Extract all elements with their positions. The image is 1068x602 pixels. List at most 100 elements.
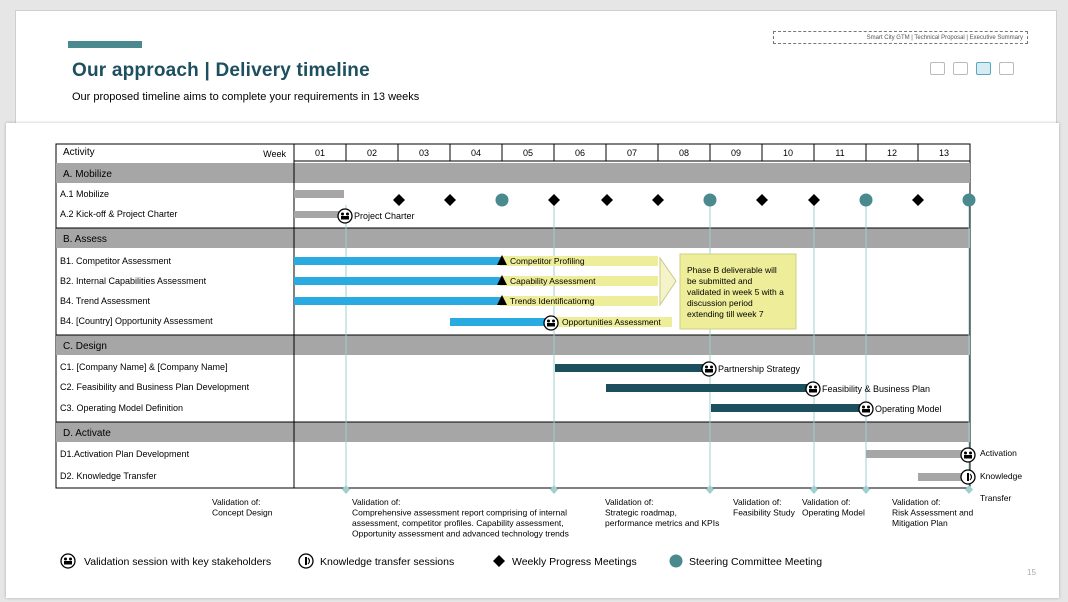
label-capability-assessment: Capability Assessment bbox=[510, 276, 596, 286]
icon-person-head bbox=[547, 319, 550, 323]
legend-validation-label: Validation session with key stakeholders bbox=[84, 556, 271, 568]
row-label: B2. Internal Capabilities Assessment bbox=[60, 276, 207, 286]
steering-meeting-circle bbox=[962, 193, 976, 207]
row-label: D1.Activation Plan Development bbox=[60, 449, 190, 459]
legend-steering-circle bbox=[669, 554, 683, 568]
activity-header: Activity bbox=[63, 147, 95, 158]
validation-note-line: Feasibility Study bbox=[733, 508, 796, 518]
week-label-06: 06 bbox=[575, 148, 585, 158]
label-feasibility-business-plan: Feasibility & Business Plan bbox=[822, 384, 930, 394]
validation-note-line: Comprehensive assessment report comprisi… bbox=[352, 508, 567, 518]
callout-arrow bbox=[659, 256, 677, 307]
section-label: A. Mobilize bbox=[63, 169, 112, 180]
bar-mobilize bbox=[294, 190, 344, 198]
weekly-meeting-diamond bbox=[756, 194, 768, 206]
label-project-charter: Project Charter bbox=[354, 211, 415, 221]
label-trends-identification: Trends Identification bbox=[510, 296, 586, 306]
legend-weekly-diamond bbox=[493, 555, 505, 567]
section-band bbox=[56, 422, 970, 442]
validation-note-line: Concept Design bbox=[212, 508, 273, 518]
row-label: B1. Competitor Assessment bbox=[60, 256, 172, 266]
legend-weekly-label: Weekly Progress Meetings bbox=[512, 556, 637, 568]
weekly-meeting-diamond bbox=[808, 194, 820, 206]
section-label: D. Activate bbox=[63, 428, 111, 439]
label-transfer: Transfer bbox=[980, 493, 1012, 503]
icon-people-body bbox=[705, 369, 713, 373]
week-label-11: 11 bbox=[835, 148, 844, 158]
label-operating-model: Operating Model bbox=[875, 404, 942, 414]
week-label-02: 02 bbox=[367, 148, 377, 158]
row-label: C3. Operating Model Definition bbox=[60, 403, 183, 413]
callout-line: discussion period bbox=[687, 298, 753, 308]
bar-opportunities bbox=[450, 318, 552, 326]
icon-person-head bbox=[710, 365, 713, 369]
bar-partnership-strategy bbox=[555, 364, 707, 372]
row-label: D2. Knowledge Transfer bbox=[60, 471, 157, 481]
icon-person-head bbox=[969, 451, 972, 455]
bar-trends-identification bbox=[294, 297, 502, 305]
icon-person-head bbox=[809, 385, 812, 389]
callout-line: Phase B deliverable will bbox=[687, 265, 777, 275]
validation-marker bbox=[342, 485, 350, 494]
validation-note-line: Opportunity assessment and advanced tech… bbox=[352, 529, 569, 539]
bar-capability-assessment bbox=[294, 277, 502, 285]
icon-person-head bbox=[64, 557, 67, 561]
week-label-05: 05 bbox=[523, 148, 533, 158]
validation-note-line: Risk Assessment and bbox=[892, 508, 974, 518]
validation-note-line: Validation of: bbox=[802, 497, 851, 507]
weekly-meeting-diamond bbox=[912, 194, 924, 206]
row-label: A.2 Kick-off & Project Charter bbox=[60, 209, 177, 219]
callout-line: validated in week 5 with a bbox=[687, 287, 784, 297]
validation-note-line: assessment, competitor profiles. Capabil… bbox=[352, 518, 564, 528]
validation-note-line: Validation of: bbox=[352, 497, 401, 507]
bar-kickoff bbox=[294, 211, 340, 218]
label-trends-fragment: ng bbox=[585, 296, 595, 306]
steering-meeting-circle bbox=[859, 193, 873, 207]
icon-person-body bbox=[305, 557, 307, 565]
week-label-03: 03 bbox=[419, 148, 429, 158]
legend-knowledge-label: Knowledge transfer sessions bbox=[320, 556, 454, 568]
weekly-meeting-diamond bbox=[444, 194, 456, 206]
icon-people-body bbox=[964, 455, 972, 459]
callout-line: extending till week 7 bbox=[687, 309, 764, 319]
label-competitor-profiling: Competitor Profiling bbox=[510, 256, 585, 266]
bar-knowledge-transfer bbox=[918, 473, 966, 481]
weekly-meeting-diamond bbox=[548, 194, 560, 206]
bar-operating-model bbox=[711, 404, 863, 412]
validation-note-line: Validation of: bbox=[892, 497, 941, 507]
icon-person-head bbox=[346, 212, 349, 216]
icon-people-body bbox=[341, 216, 349, 220]
validation-marker bbox=[810, 485, 818, 494]
icon-person-head bbox=[862, 405, 865, 409]
label-activation: Activation bbox=[980, 448, 1017, 458]
row-label: B4. [Country] Opportunity Assessment bbox=[60, 316, 213, 326]
validation-marker bbox=[550, 485, 558, 494]
icon-person-head bbox=[69, 557, 72, 561]
row-label: C2. Feasibility and Business Plan Develo… bbox=[60, 382, 250, 392]
row-label: C1. [Company Name] & [Company Name] bbox=[60, 362, 228, 372]
week-label-13: 13 bbox=[939, 148, 949, 158]
validation-note-line: Validation of: bbox=[212, 497, 261, 507]
icon-person-head bbox=[705, 365, 708, 369]
section-label: B. Assess bbox=[63, 234, 107, 245]
legend-steering-label: Steering Committee Meeting bbox=[689, 556, 822, 568]
icon-person-head bbox=[867, 405, 870, 409]
section-band bbox=[56, 228, 970, 248]
row-label: A.1 Mobilize bbox=[60, 189, 109, 199]
week-label-04: 04 bbox=[471, 148, 481, 158]
validation-note-line: Validation of: bbox=[733, 497, 782, 507]
label-opportunities-assessment: Opportunities Assessment bbox=[562, 317, 661, 327]
weekly-meeting-diamond bbox=[601, 194, 613, 206]
steering-meeting-circle bbox=[703, 193, 717, 207]
icon-person-body bbox=[967, 473, 969, 481]
validation-note-line: Mitigation Plan bbox=[892, 518, 948, 528]
week-header: Week bbox=[263, 149, 286, 159]
icon-people-body bbox=[64, 561, 72, 565]
section-band bbox=[56, 335, 970, 355]
weekly-meeting-diamond bbox=[652, 194, 664, 206]
label-knowledge: Knowledge bbox=[980, 471, 1022, 481]
callout-line: be submitted and bbox=[687, 276, 752, 286]
week-label-07: 07 bbox=[627, 148, 637, 158]
icon-people-body bbox=[862, 409, 870, 413]
icon-people-body bbox=[547, 323, 555, 327]
